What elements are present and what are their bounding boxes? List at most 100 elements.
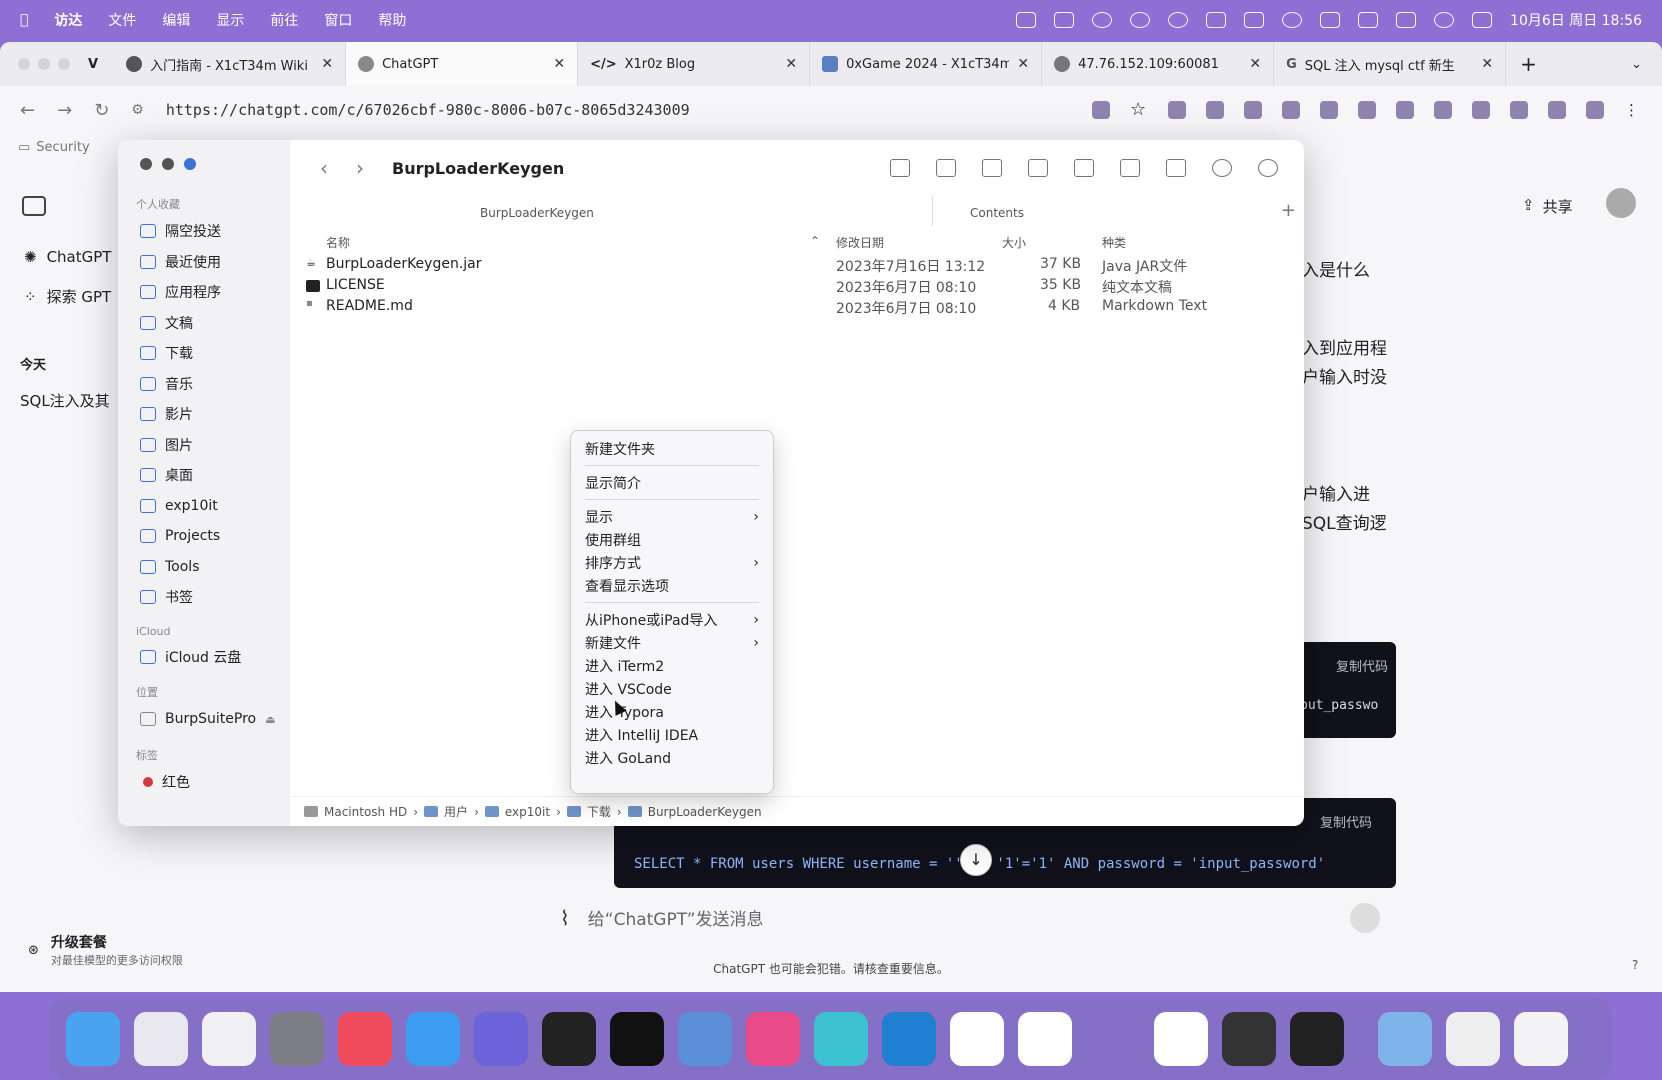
more-icon[interactable]: ⋮ — [1624, 101, 1642, 119]
scroll-down-button[interactable]: ↓ — [960, 844, 992, 876]
translate-icon[interactable] — [1092, 101, 1110, 119]
menu-file[interactable]: 文件 — [108, 10, 136, 30]
tab-list-chevron-icon[interactable]: ⌄ — [1631, 57, 1642, 72]
menu-finder[interactable]: 访达 — [54, 10, 82, 30]
header-name[interactable]: 名称 — [326, 234, 350, 251]
chatgpt-app-icon[interactable] — [610, 1012, 664, 1066]
menu-help[interactable]: 帮助 — [378, 10, 406, 30]
sort-chevron-icon[interactable]: ⌃ — [810, 234, 820, 248]
menu-item-sort-by[interactable]: 排序方式 › — [571, 551, 773, 574]
path-item[interactable]: BurpLoaderKeygen — [648, 805, 762, 819]
notion-app-icon[interactable] — [1018, 1012, 1072, 1066]
menu-window[interactable]: 窗口 — [324, 10, 352, 30]
chat-history-item[interactable]: SQL注入及其 — [20, 390, 110, 411]
header-size[interactable]: 大小 — [1002, 234, 1026, 251]
group-icon[interactable] — [1074, 159, 1094, 177]
tab-wiki[interactable]: 入门指南 - X1cT34m Wiki ✕ — [114, 42, 347, 86]
status-icon[interactable] — [1206, 12, 1227, 28]
menu-item-import-iphone[interactable]: 从iPhone或iPad导入 › — [571, 608, 773, 631]
extension-icon[interactable] — [1396, 101, 1414, 119]
tab-0xgame[interactable]: 0xGame 2024 - X1cT34m ✕ — [810, 42, 1043, 86]
share-button[interactable]: ⇪ 共享 — [1522, 196, 1573, 217]
goland-app-icon[interactable] — [814, 1012, 868, 1066]
extension-icon[interactable] — [1472, 101, 1490, 119]
iphone-mirroring-app-icon[interactable] — [202, 1012, 256, 1066]
menu-item-vscode[interactable]: 进入 VSCode — [571, 677, 773, 700]
extension-icon[interactable] — [1358, 101, 1376, 119]
menu-item-get-info[interactable]: 显示简介 — [571, 471, 773, 494]
close-window-button[interactable] — [18, 58, 30, 70]
sidebar-item-pictures[interactable]: 图片 — [118, 430, 290, 461]
sidebar-item-documents[interactable]: 文稿 — [118, 308, 290, 339]
search-icon[interactable] — [1258, 159, 1278, 177]
tab-blog[interactable]: </> X1r0z Blog ✕ — [578, 42, 811, 86]
music-app-icon[interactable] — [338, 1012, 392, 1066]
extension-icon[interactable] — [1206, 101, 1224, 119]
copy-code-button[interactable]: 复制代码 — [1320, 812, 1372, 831]
sidebar-item-recents[interactable]: 最近使用 — [118, 247, 290, 278]
paperclip-icon[interactable]: ⌇ — [560, 906, 570, 930]
obs-app-icon[interactable] — [1222, 1012, 1276, 1066]
list-view-icon[interactable] — [936, 159, 956, 177]
menu-item-view-options[interactable]: 查看显示选项 — [571, 574, 773, 597]
action-menu-icon[interactable] — [1212, 159, 1232, 177]
screenshot-stack-icon[interactable] — [1446, 1012, 1500, 1066]
exec-app-icon[interactable] — [1290, 1012, 1344, 1066]
vivaldi-icon[interactable]: V — [88, 57, 98, 72]
tab-ip[interactable]: 47.76.152.109:60081 ✕ — [1042, 42, 1275, 86]
path-item[interactable]: exp10it — [505, 805, 550, 819]
tab-google[interactable]: G SQL 注入 mysql ctf 新生 ✕ — [1274, 42, 1507, 86]
copy-code-button[interactable]: 复制代码 — [1336, 656, 1388, 675]
send-button[interactable] — [1350, 902, 1380, 933]
menu-item-new-file[interactable]: 新建文件 › — [571, 631, 773, 654]
status-icon[interactable] — [1244, 12, 1265, 28]
file-row[interactable]: ▪ README.md 2023年6月7日 08:10 4 KB Markdow… — [290, 296, 1304, 317]
extension-icon[interactable] — [1244, 101, 1262, 119]
launchpad-app-icon[interactable] — [134, 1012, 188, 1066]
extension-icon[interactable] — [1548, 101, 1566, 119]
path-item[interactable]: Macintosh HD — [324, 805, 407, 819]
menu-go[interactable]: 前往 — [270, 10, 298, 30]
status-icon[interactable] — [1282, 12, 1303, 28]
sidebar-item-bookmarks[interactable]: 书签 — [118, 582, 290, 613]
status-icon[interactable] — [1396, 12, 1417, 28]
minimize-window-button[interactable] — [38, 58, 50, 70]
help-icon[interactable]: ? — [1632, 958, 1638, 972]
sidebar-item-desktop[interactable]: 桌面 — [118, 460, 290, 491]
close-tab-icon[interactable]: ✕ — [785, 56, 797, 72]
extension-icon[interactable] — [1434, 101, 1452, 119]
intellij-app-icon[interactable] — [746, 1012, 800, 1066]
new-tab-button[interactable]: + — [1520, 52, 1537, 76]
menu-item-intellij[interactable]: 进入 IntelliJ IDEA — [571, 723, 773, 746]
clock[interactable]: 10月6日 周日 18:56 — [1510, 10, 1642, 30]
back-icon[interactable]: ← — [20, 100, 35, 121]
sidebar-item-home[interactable]: exp10it — [118, 491, 290, 522]
status-icon[interactable] — [1092, 12, 1113, 28]
gallery-view-icon[interactable] — [1028, 159, 1048, 177]
close-tab-icon[interactable]: ✕ — [1481, 56, 1493, 72]
close-tab-icon[interactable]: ✕ — [1249, 56, 1261, 72]
app-icon[interactable] — [678, 1012, 732, 1066]
minimize-window-button[interactable] — [162, 158, 174, 170]
vivaldi-app-icon[interactable] — [474, 1012, 528, 1066]
close-tab-icon[interactable]: ✕ — [321, 56, 333, 72]
finder-app-icon[interactable] — [66, 1012, 120, 1066]
back-icon[interactable]: ‹ — [320, 156, 328, 180]
upgrade-plan[interactable]: ⊛ 升级套餐 对最佳模型的更多访问权限 — [28, 932, 183, 968]
forward-icon[interactable]: → — [57, 100, 72, 121]
sidebar-toggle-icon[interactable] — [22, 196, 46, 216]
close-window-button[interactable] — [140, 158, 152, 170]
sidebar-item-explore[interactable]: ⁘ 探索 GPT — [24, 286, 111, 307]
sidebar-item-movies[interactable]: 影片 — [118, 399, 290, 430]
sidebar-item-applications[interactable]: 应用程序 — [118, 277, 290, 308]
bookmark-security[interactable]: Security — [36, 140, 89, 155]
system-settings-app-icon[interactable] — [270, 1012, 324, 1066]
url-field[interactable]: https://chatgpt.com/c/67026cbf-980c-8006… — [166, 101, 690, 119]
menu-item-typora[interactable]: 进入 Typora — [571, 700, 773, 723]
control-center-icon[interactable] — [1472, 12, 1493, 28]
message-composer[interactable]: ⌇ 给“ChatGPT”发送消息 — [560, 902, 1400, 933]
close-tab-icon[interactable]: ✕ — [553, 56, 565, 72]
file-row[interactable]: ☕ BurpLoaderKeygen.jar 2023年7月16日 13:12 … — [290, 254, 1304, 275]
sidebar-item-tag-red[interactable]: 红色 — [118, 767, 290, 798]
header-modified[interactable]: 修改日期 — [836, 234, 884, 251]
